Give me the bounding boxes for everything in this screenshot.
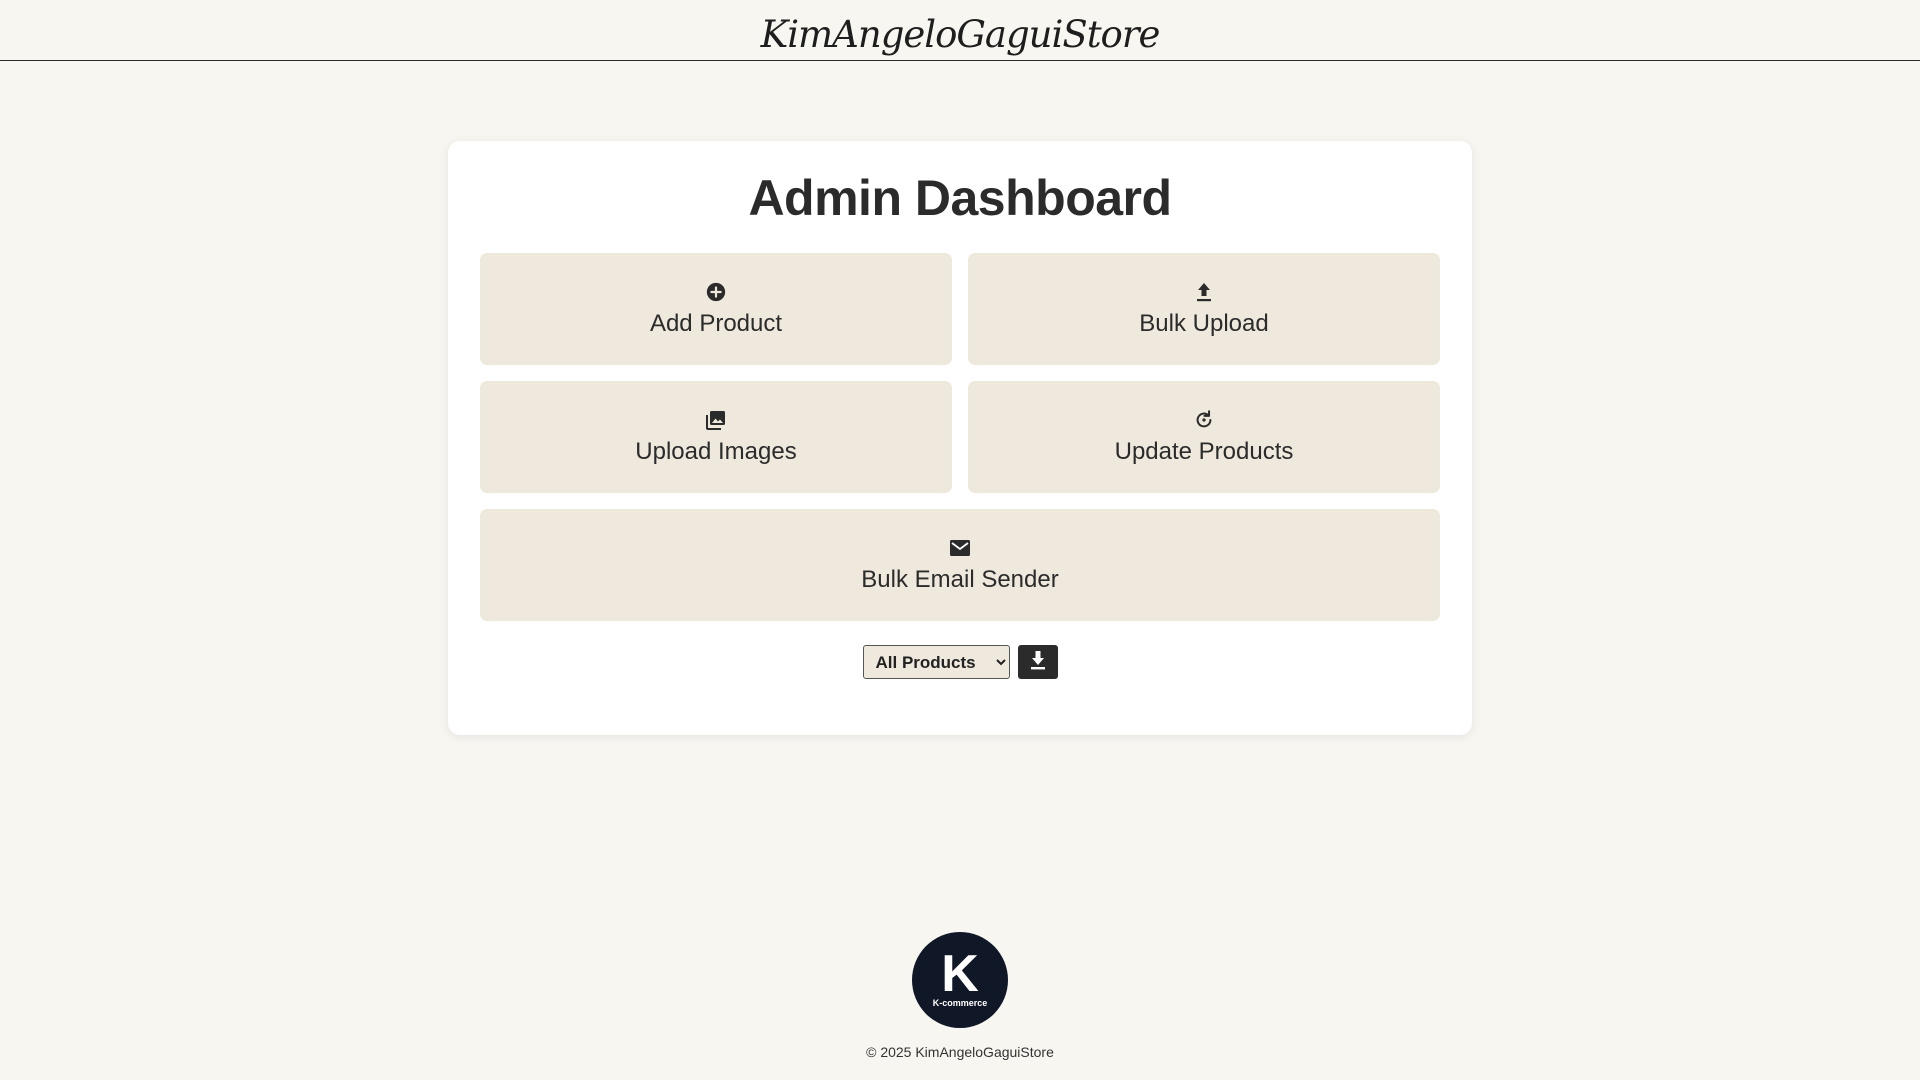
- product-filter-select[interactable]: All Products: [862, 645, 1010, 679]
- bulk-upload-button[interactable]: Bulk Upload: [968, 253, 1440, 365]
- upload-images-button[interactable]: Upload Images: [480, 381, 952, 493]
- upload-icon: [1192, 280, 1216, 304]
- bulk-email-sender-button[interactable]: Bulk Email Sender: [480, 509, 1440, 621]
- dashboard-card: Admin Dashboard Add Product Bulk Upload …: [448, 141, 1472, 735]
- tile-label: Bulk Email Sender: [861, 566, 1059, 593]
- copyright-text: © 2025 KimAngeloGaguiStore: [866, 1044, 1054, 1060]
- envelope-icon: [948, 536, 972, 560]
- refresh-icon: [1192, 408, 1216, 432]
- tile-label: Upload Images: [635, 438, 797, 465]
- site-header: KimAngeloGaguiStore: [0, 0, 1920, 61]
- download-button[interactable]: [1017, 645, 1058, 679]
- tile-label: Add Product: [649, 310, 783, 337]
- plus-circle-icon: [704, 280, 728, 304]
- download-icon: [1028, 649, 1048, 676]
- export-controls: All Products: [448, 645, 1472, 679]
- tile-label: Bulk Upload: [1139, 310, 1269, 337]
- tile-label: Update Products: [1114, 438, 1294, 465]
- logo-letter: K: [941, 945, 979, 1003]
- k-commerce-logo: K K-commerce: [912, 932, 1008, 1028]
- logo-text: K-commerce: [932, 998, 988, 1008]
- brand-logo-text[interactable]: KimAngeloGaguiStore: [761, 13, 1161, 56]
- update-products-button[interactable]: Update Products: [968, 381, 1440, 493]
- add-product-button[interactable]: Add Product: [480, 253, 952, 365]
- images-icon: [704, 408, 728, 432]
- page-title: Admin Dashboard: [748, 170, 1172, 226]
